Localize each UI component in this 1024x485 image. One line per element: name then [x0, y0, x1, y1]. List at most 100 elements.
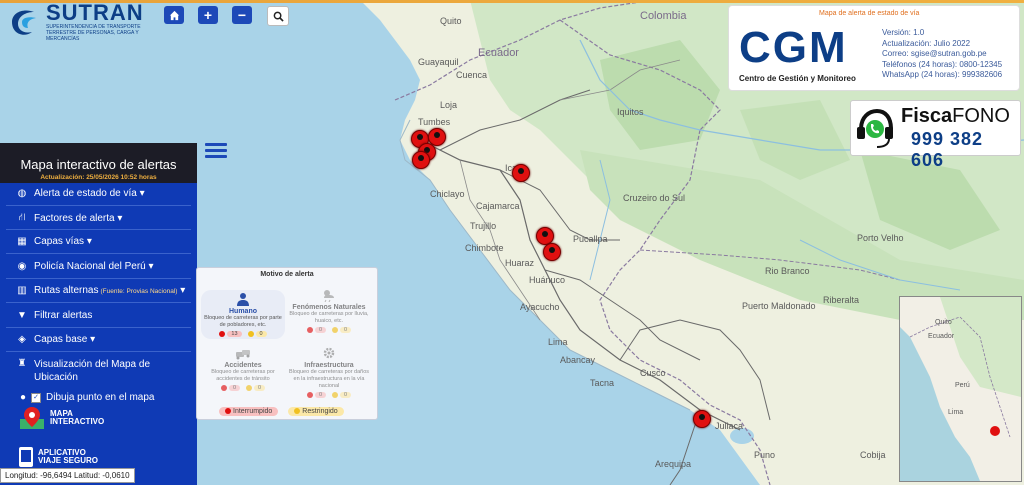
restricted-count: 0	[340, 327, 352, 334]
layers-icon: ◈	[18, 334, 26, 345]
phone-app-icon	[19, 447, 33, 467]
alert-marker[interactable]	[693, 410, 711, 428]
legend-counts: 13 0	[201, 331, 285, 338]
sidebar-title: Mapa interactivo de alertas	[20, 157, 177, 172]
search-button[interactable]	[267, 6, 289, 26]
alert-marker[interactable]	[543, 243, 561, 261]
map-label-cuenca: Cuenca	[456, 70, 488, 80]
overview-minimap[interactable]: Quito Ecuador Perú Lima	[899, 296, 1022, 482]
sidebar-item-label: Factores de alerta	[34, 213, 115, 224]
sidebar-item-label: Capas vías	[34, 236, 85, 247]
sidebar-divider	[6, 253, 191, 254]
legend-title: Motivo de alerta	[260, 271, 314, 278]
interrupted-label: Interrumpido	[233, 408, 273, 415]
sidebar-divider	[6, 278, 191, 279]
sidebar-item-factores-alerta[interactable]: ⛙ Factores de alerta ▾	[16, 212, 122, 225]
cgm-contact-info: Versión: 1.0 Actualización: Julio 2022 C…	[882, 28, 1002, 81]
sidebar-item-label: Policía Nacional del Perú	[34, 261, 146, 272]
legend-category-humano[interactable]: Humano Bloqueo de carreteras por parte d…	[201, 290, 285, 340]
sidebar-item-rutas-alternas[interactable]: ▥ Rutas alternas (Fuente: Provias Naciona…	[16, 285, 185, 296]
sidebar-item-policia-nacional[interactable]: ◉ Policía Nacional del Perú ▾	[16, 261, 154, 272]
sidebar-item-filtrar-alertas[interactable]: ▼ Filtrar alertas	[16, 310, 92, 321]
interrupted-count: 0	[314, 327, 326, 334]
map-label-chimbote: Chimbote	[465, 243, 504, 253]
restricted-key: Restringido	[288, 407, 344, 416]
globe-icon: ◍	[17, 188, 27, 199]
interrupted-dot	[220, 385, 227, 391]
legend-counts: 0 0	[287, 392, 371, 399]
restricted-count: 0	[254, 385, 266, 392]
crash-icon	[236, 350, 250, 360]
cgm-phone: Teléfonos (24 horas): 0800-12345	[882, 59, 1003, 69]
sidebar-update-date: Actualización: 25/05/2026 10:52 horas	[40, 174, 157, 181]
sidebar-divider	[6, 205, 191, 206]
map-label-colombia: Colombia	[640, 10, 687, 22]
zoom-out-button[interactable]: −	[232, 6, 252, 24]
map-label-lima: Lima	[548, 337, 568, 347]
legend-category-name: Humano	[229, 308, 257, 315]
legend-category-infraestructura[interactable]: Infraestructura Bloqueo de carreteras po…	[287, 346, 371, 399]
legend-counts: 0 0	[201, 385, 285, 392]
sidebar-divider	[6, 229, 191, 230]
cgm-info-panel: Mapa de alerta de estado de vía CGM Cent…	[728, 5, 1020, 91]
legend-category-name: Infraestructura	[304, 362, 354, 369]
map-label-ecuador: Ecuador	[478, 47, 519, 59]
caret-down-icon: ▾	[86, 236, 92, 247]
map-label-trujillo: Trujillo	[470, 221, 497, 231]
interrupted-dot	[225, 408, 231, 415]
sidebar-divider	[6, 327, 191, 328]
sidebar-header: Mapa interactivo de alertas Actualizació…	[0, 143, 197, 183]
cgm-email[interactable]: Correo: sgise@sutran.gob.pe	[882, 49, 1002, 60]
caret-down-icon: ▾	[139, 188, 145, 199]
map-label-cruzeiro: Cruzeiro do Sul	[623, 193, 686, 203]
map-label-arequipa: Arequipa	[655, 459, 692, 469]
home-button[interactable]	[164, 6, 184, 24]
map-label-huancayo: Ayacucho	[520, 302, 560, 312]
sidebar-item-capas-vias[interactable]: ▦ Capas vías ▾	[16, 236, 92, 247]
hamburger-menu-button[interactable]	[205, 143, 227, 161]
map-label-puno: Puno	[754, 450, 776, 460]
sutran-logo-text: SUTRAN	[46, 0, 144, 25]
minimap-label-quito: Quito	[935, 319, 952, 326]
filter-icon: ▼	[17, 310, 27, 321]
mapa-interactivo-link[interactable]: MAPA INTERACTIVO	[18, 405, 104, 431]
legend-counts: 0 0	[287, 327, 371, 334]
caret-down-icon: ▾	[117, 213, 123, 224]
cgm-version: Versión: 1.0	[882, 28, 925, 37]
map-label-tumbes: Tumbes	[418, 117, 451, 127]
sidebar-item-alerta-estado-via[interactable]: ◍ Alerta de estado de vía ▾	[16, 188, 145, 199]
draw-point-checkbox[interactable]: ✓	[31, 392, 42, 403]
zoom-in-button[interactable]: +	[198, 6, 218, 24]
caret-down-icon: ▾	[148, 261, 154, 272]
viaje-seguro-link[interactable]: APLICATIVO VIAJE SEGURO	[18, 446, 98, 468]
viaje-seguro-label: APLICATIVO VIAJE SEGURO	[38, 448, 99, 465]
restricted-dot	[246, 385, 252, 391]
sidebar-item-label: Alerta de estado de vía	[34, 188, 137, 199]
alert-marker[interactable]	[412, 151, 430, 169]
sidebar-item-visualizacion-mapa[interactable]: ♜ Visualización del Mapa de Ubicación	[16, 358, 154, 384]
fiscafono-banner[interactable]: FiscaFONO 999 382 606	[850, 100, 1021, 170]
person-icon	[237, 293, 249, 306]
legend-category-accidentes[interactable]: Accidentes Bloqueo de carreteras por acc…	[201, 346, 285, 392]
minimap-canvas	[900, 297, 1021, 481]
search-icon	[273, 11, 284, 22]
map-label-pucallpa: Pucallpa	[573, 234, 608, 244]
road-icon: ⛙	[18, 212, 26, 223]
map-icon: ▦	[17, 236, 27, 247]
legend-category-fenomenos[interactable]: Fenómenos Naturales Bloqueo de carretera…	[287, 288, 371, 334]
map-label-guayaquil: Guayaquil	[418, 57, 459, 67]
minimap-label-lima: Lima	[948, 409, 964, 416]
minimap-label-peru: Perú	[955, 382, 970, 389]
sutran-logo[interactable]: SUTRAN SUPERINTENDENCIA DE TRANSPORTE TE…	[8, 0, 158, 42]
alert-marker[interactable]	[512, 164, 530, 182]
map-label-ayacucho: Abancay	[560, 355, 596, 365]
map-label-cajamarca: Cajamarca	[476, 201, 520, 211]
sidebar-divider	[6, 302, 191, 303]
map-label-quito: Quito	[440, 16, 462, 26]
home-icon	[169, 10, 179, 20]
interrupted-dot	[306, 392, 313, 398]
eye-icon: ◉	[17, 261, 27, 272]
draw-point-option[interactable]: ● ✓ Dibuja punto en el mapa	[20, 392, 154, 403]
map-label-iquitos: Iquitos	[617, 107, 644, 117]
sidebar-item-capas-base[interactable]: ◈ Capas base ▾	[16, 334, 95, 345]
